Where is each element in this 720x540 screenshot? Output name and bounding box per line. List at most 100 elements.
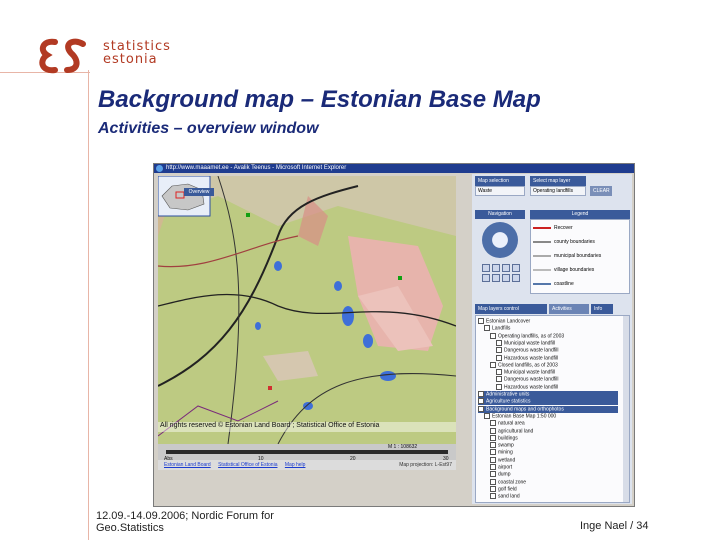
- checkbox-icon[interactable]: [496, 369, 502, 376]
- map-view[interactable]: Overview All rights reserved © Estonian …: [158, 176, 456, 444]
- link-map-help[interactable]: Map help: [285, 462, 306, 468]
- layer-tree-item[interactable]: swamp: [478, 442, 514, 449]
- checkbox-icon[interactable]: [496, 347, 502, 354]
- layer-tree-item[interactable]: Background maps and orthophotos: [478, 405, 618, 413]
- layer-tree-label: Municipal waste landfill: [504, 340, 556, 347]
- layer-tree-scrollbar[interactable]: [623, 316, 629, 502]
- checkbox-icon[interactable]: [484, 412, 490, 419]
- legend-item: Recover: [533, 224, 629, 232]
- layer-tree-label: Background maps and orthophotos: [486, 405, 564, 412]
- previous-extent-icon[interactable]: [492, 274, 500, 282]
- layer-tree-label: Operating landfills, as of 2003: [498, 332, 565, 339]
- pan-compass-icon[interactable]: [482, 222, 518, 258]
- full-extent-icon[interactable]: [482, 274, 490, 282]
- checkbox-icon[interactable]: [490, 449, 496, 456]
- tab-activities[interactable]: Activities: [549, 304, 589, 314]
- checkbox-icon[interactable]: [490, 478, 496, 485]
- checkbox-icon[interactable]: [496, 339, 502, 346]
- coords-text: Map projection: L-Est97: [399, 462, 452, 468]
- layer-tree-item[interactable]: coastal zone: [478, 478, 526, 486]
- layer-tree-item[interactable]: Dangerous waste landfill: [478, 376, 558, 383]
- browser-titlebar: http://www.maaamet.ee - Avalik Teenus - …: [154, 164, 634, 173]
- slide-subtitle: Activities – overview window: [98, 120, 319, 137]
- layer-tree-label: buildings: [498, 435, 518, 442]
- layer-tree-label: wetland: [498, 457, 516, 464]
- legend-swatch: [533, 282, 551, 285]
- link-land-board[interactable]: Estonian Land Board: [164, 462, 211, 468]
- layer-tree-item[interactable]: Estonian Landcover: [478, 318, 530, 325]
- layer-tree-item[interactable]: Estonian Base Map 1:50 000: [478, 412, 557, 420]
- legend-swatch: [533, 226, 551, 229]
- layer-selector-label: Select map layer: [530, 176, 586, 186]
- checkbox-icon[interactable]: [496, 376, 502, 383]
- checkbox-icon[interactable]: [490, 493, 496, 500]
- layer-tree-label: swamp: [498, 442, 514, 449]
- layer-tree-item[interactable]: Dangerous waste landfill: [478, 347, 558, 354]
- tab-map-layers-control[interactable]: Map layers control: [475, 304, 547, 314]
- checkbox-icon[interactable]: [478, 405, 484, 412]
- checkbox-icon[interactable]: [490, 332, 496, 339]
- layer-tree-item[interactable]: Agriculture statistics: [478, 398, 618, 406]
- layer-tree-label: Estonian Landcover: [486, 318, 531, 325]
- scale-bar[interactable]: [166, 450, 448, 454]
- checkbox-icon[interactable]: [484, 325, 490, 332]
- footer-links: Estonian Land Board Statistical Office o…: [158, 460, 456, 470]
- map-selector[interactable]: Waste: [475, 186, 525, 196]
- map-selector-label: Map selection: [475, 176, 525, 186]
- layer-selector[interactable]: Operating landfills: [530, 186, 586, 196]
- layer-tree-item[interactable]: Hazardous waste landfill: [478, 383, 558, 391]
- legend-item: coastline: [533, 280, 629, 288]
- layer-tree-item[interactable]: Municipal waste landfill: [478, 339, 556, 347]
- layer-tree-item[interactable]: Landfills: [478, 325, 510, 332]
- layer-tree-item[interactable]: natural area: [478, 420, 525, 427]
- layer-tree-item[interactable]: Municipal waste landfill: [478, 369, 555, 376]
- layer-tree-item[interactable]: Closed landfills, as of 2003: [478, 361, 558, 369]
- layer-tree-item[interactable]: dump: [478, 471, 511, 478]
- checkbox-icon[interactable]: [490, 361, 496, 368]
- checkbox-icon[interactable]: [478, 318, 484, 324]
- layer-tree-item[interactable]: wetland: [478, 456, 516, 464]
- measure-icon[interactable]: [512, 274, 520, 282]
- checkbox-icon[interactable]: [490, 442, 496, 449]
- checkbox-icon[interactable]: [478, 398, 484, 405]
- checkbox-icon[interactable]: [490, 464, 496, 470]
- browser-icon: [156, 165, 163, 172]
- checkbox-icon[interactable]: [490, 456, 496, 463]
- layer-tree-label: Dangerous waste landfill: [504, 347, 559, 354]
- checkbox-icon[interactable]: [490, 471, 496, 478]
- layer-tree-label: Estonian Base Map 1:50 000: [492, 413, 557, 420]
- checkbox-icon[interactable]: [496, 354, 502, 361]
- link-statistics-office[interactable]: Statistical Office of Estonia: [218, 462, 277, 468]
- layer-tree-label: Dangerous waste landfill: [504, 376, 559, 383]
- zoom-box-icon[interactable]: [502, 264, 510, 272]
- footer-author-page: Inge Nael / 34: [580, 520, 649, 532]
- legend-label: village boundaries: [554, 267, 595, 273]
- layer-tree-label: agricultural land: [498, 427, 534, 434]
- layer-tree-item[interactable]: Administrative units: [478, 391, 618, 398]
- zoom-out-icon[interactable]: [492, 264, 500, 272]
- checkbox-icon[interactable]: [490, 485, 496, 492]
- checkbox-icon[interactable]: [490, 420, 496, 427]
- layer-tree-item[interactable]: buildings: [478, 434, 518, 442]
- info-icon[interactable]: [502, 274, 510, 282]
- map-copyright: All rights reserved © Estonian Land Boar…: [160, 422, 380, 429]
- overview-tab[interactable]: Overview: [184, 188, 214, 196]
- layer-tree-item[interactable]: mining: [478, 449, 513, 456]
- tab-info[interactable]: Info: [591, 304, 613, 314]
- layer-tree-item[interactable]: airport: [478, 464, 512, 471]
- layer-tree-item[interactable]: golf field: [478, 485, 517, 493]
- layer-tree-label: Landfills: [492, 325, 511, 332]
- logo-text: statistics estonia: [103, 40, 171, 66]
- pan-icon[interactable]: [512, 264, 520, 272]
- navigation-header: Navigation: [475, 210, 525, 219]
- checkbox-icon[interactable]: [478, 391, 484, 397]
- clear-button[interactable]: CLEAR: [590, 186, 612, 196]
- layer-tree-item[interactable]: agricultural land: [478, 427, 534, 435]
- layer-tree-item[interactable]: sand land: [478, 493, 520, 500]
- checkbox-icon[interactable]: [490, 434, 496, 441]
- layer-tree-item[interactable]: Operating landfills, as of 2003: [478, 332, 565, 340]
- zoom-in-icon[interactable]: [482, 264, 490, 272]
- layer-tree-item[interactable]: Hazardous waste landfill: [478, 354, 558, 362]
- checkbox-icon[interactable]: [496, 383, 502, 390]
- checkbox-icon[interactable]: [490, 427, 496, 434]
